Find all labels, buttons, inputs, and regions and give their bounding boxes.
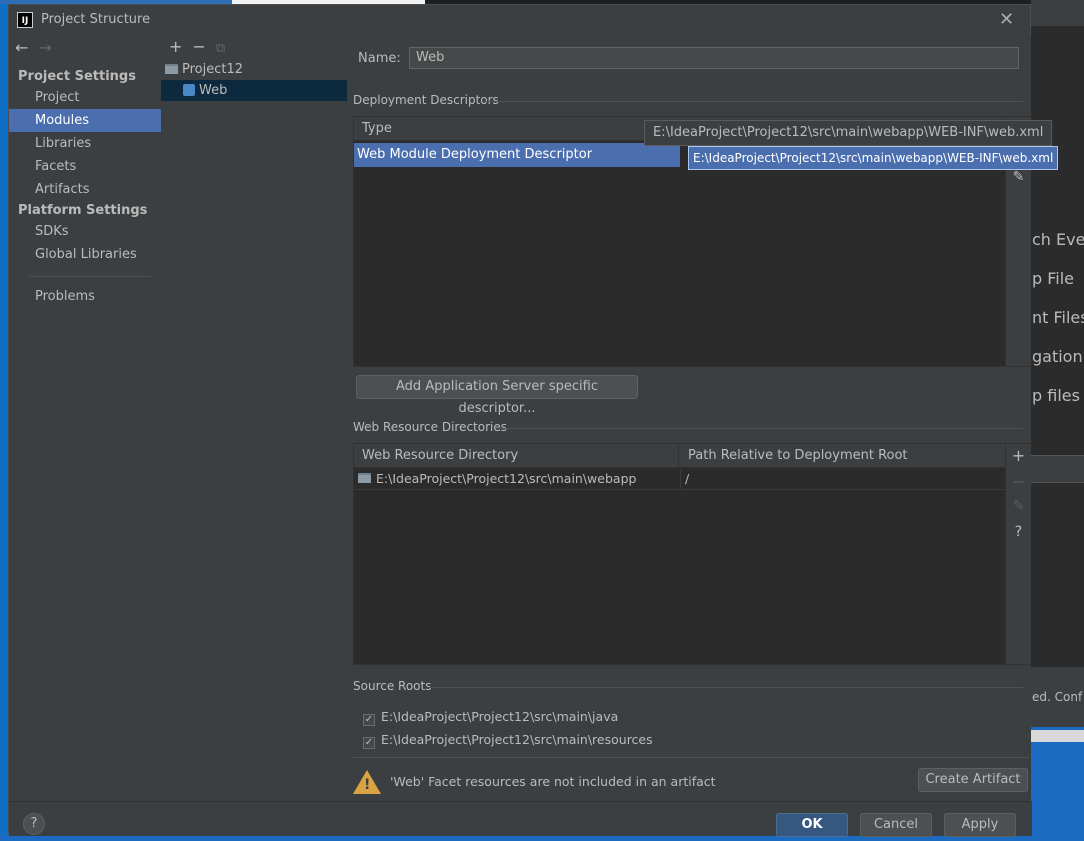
- background-text: p files h: [1032, 386, 1084, 405]
- nav-item-artifacts[interactable]: Artifacts: [9, 178, 161, 201]
- web-resource-table: Web Resource Directory Path Relative to …: [353, 443, 1030, 665]
- section-divider: [499, 428, 1023, 429]
- tree-toolbar: + − ⧉: [169, 37, 235, 56]
- section-divider: [483, 101, 1023, 102]
- checkbox-checked[interactable]: ✓: [363, 737, 375, 749]
- intellij-icon: IJ: [17, 12, 33, 28]
- add-icon[interactable]: +: [1006, 446, 1031, 465]
- table-row[interactable]: E:\IdeaProject\Project12\src\main\webapp…: [354, 469, 1005, 490]
- remove-icon[interactable]: −: [1006, 472, 1031, 491]
- section-divider: [353, 757, 1029, 758]
- nav-item-libraries[interactable]: Libraries: [9, 132, 161, 155]
- title-bar: IJ Project Structure ✕: [9, 5, 1032, 35]
- project-settings-heading: Project Settings: [18, 69, 136, 84]
- create-artifact-button[interactable]: Create Artifact: [918, 768, 1028, 792]
- nav-item-global-libraries[interactable]: Global Libraries: [9, 243, 161, 266]
- column-path-relative[interactable]: Path Relative to Deployment Root: [680, 444, 1005, 468]
- web-facet-icon: [183, 84, 195, 96]
- background-text: gation: [1032, 347, 1083, 366]
- column-web-resource-directory[interactable]: Web Resource Directory: [354, 444, 679, 468]
- background-window-edge: [0, 0, 8, 841]
- help-icon[interactable]: ?: [1006, 524, 1031, 540]
- dialog-title: Project Structure: [41, 12, 151, 27]
- background-status-text: ed. Conf: [1032, 690, 1083, 704]
- tree-item-label: Project12: [182, 62, 244, 77]
- nav-item-facets[interactable]: Facets: [9, 155, 161, 178]
- tree-item-project12[interactable]: Project12: [165, 59, 243, 80]
- source-root-item[interactable]: ✓ E:\IdeaProject\Project12\src\main\resou…: [363, 730, 653, 750]
- table-header: Web Resource Directory Path Relative to …: [354, 444, 1005, 468]
- project-structure-dialog: IJ Project Structure ✕ ← → Project Settin…: [8, 4, 1059, 837]
- platform-settings-heading: Platform Settings: [18, 203, 148, 218]
- module-tree-panel: + − ⧉ Project12 Web: [161, 35, 348, 801]
- source-roots-title: Source Roots: [353, 679, 432, 693]
- forward-arrow-icon[interactable]: →: [38, 38, 51, 57]
- checkbox-checked[interactable]: ✓: [363, 714, 375, 726]
- name-field[interactable]: Web: [409, 47, 1019, 69]
- add-server-descriptor-button[interactable]: Add Application Server specific descript…: [356, 375, 638, 416]
- nav-item-modules[interactable]: Modules: [9, 109, 161, 132]
- copy-icon[interactable]: ⧉: [216, 41, 225, 56]
- deployment-descriptors-title: Deployment Descriptors: [353, 93, 499, 107]
- add-icon[interactable]: +: [169, 37, 182, 56]
- facet-editor: Name: Web Deployment Descriptors Type We…: [347, 35, 1059, 801]
- cancel-button[interactable]: Cancel: [860, 813, 932, 837]
- name-label: Name:: [358, 51, 401, 66]
- edit-pencil-icon[interactable]: ✎: [1006, 498, 1031, 514]
- back-arrow-icon[interactable]: ←: [15, 38, 28, 57]
- relative-path-cell: /: [685, 471, 690, 486]
- ok-button[interactable]: OK: [776, 813, 848, 837]
- close-icon[interactable]: ✕: [999, 9, 1014, 30]
- remove-icon[interactable]: −: [192, 37, 205, 56]
- nav-arrows: ← →: [15, 38, 62, 57]
- nav-item-problems[interactable]: Problems: [9, 285, 161, 308]
- warning-text: 'Web' Facet resources are not included i…: [390, 774, 716, 789]
- nav-divider: [29, 276, 151, 277]
- column-type[interactable]: Type: [354, 117, 679, 141]
- folder-icon: [165, 64, 178, 74]
- apply-button[interactable]: Apply: [944, 813, 1016, 837]
- descriptor-path-cell[interactable]: E:\IdeaProject\Project12\src\main\webapp…: [688, 146, 1059, 170]
- background-text: ch Ever: [1032, 230, 1084, 249]
- nav-item-sdks[interactable]: SDKs: [9, 220, 161, 243]
- settings-nav: ← → Project Settings Project Modules Libr…: [9, 35, 162, 801]
- web-resource-directories-title: Web Resource Directories: [353, 420, 507, 434]
- background-text: p File: [1032, 269, 1075, 288]
- descriptor-type-cell: Web Module Deployment Descriptor: [357, 147, 593, 162]
- tree-item-label: Web: [199, 83, 228, 98]
- help-button[interactable]: ?: [23, 813, 45, 835]
- nav-item-project[interactable]: Project: [9, 86, 161, 109]
- source-root-item[interactable]: ✓ E:\IdeaProject\Project12\src\main\java: [363, 707, 618, 727]
- resource-dir-cell: E:\IdeaProject\Project12\src\main\webapp: [376, 471, 637, 486]
- edit-pencil-icon[interactable]: ✎: [1006, 169, 1031, 185]
- background-text: nt Files: [1032, 308, 1084, 327]
- path-tooltip: E:\IdeaProject\Project12\src\main\webapp…: [644, 120, 1053, 146]
- resource-toolbar: + − ✎ ?: [1005, 444, 1030, 664]
- section-divider: [429, 687, 1023, 688]
- table-row[interactable]: Web Module Deployment Descriptor: [354, 143, 680, 167]
- web-folder-icon: [358, 473, 371, 483]
- tree-item-web[interactable]: Web: [161, 80, 347, 101]
